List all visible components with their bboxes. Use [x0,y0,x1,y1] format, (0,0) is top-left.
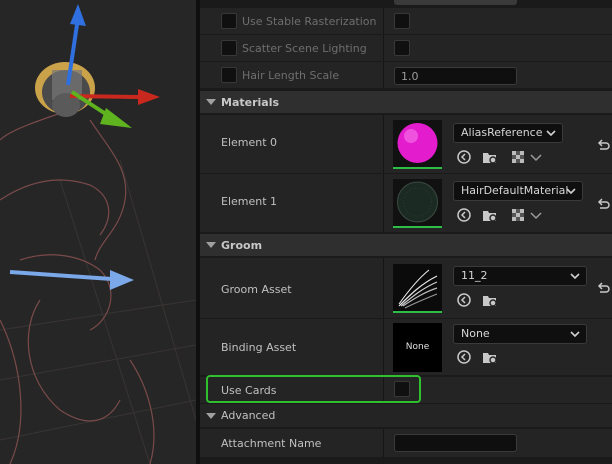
use-cards-highlight [206,375,421,403]
binding-asset-label: Binding Asset [221,341,297,354]
reset-to-default-icon[interactable] [596,139,610,153]
use-selected-arrow-icon[interactable] [456,149,472,165]
hair-strands-icon [398,269,438,309]
category-materials-title: Materials [221,96,280,109]
binding-asset-dropdown[interactable]: None [453,324,587,344]
row-hair-length-scale: Hair Length Scale 1.0 [200,62,612,89]
groom-head[interactable] [35,62,95,117]
use-selected-arrow-icon[interactable] [456,292,472,308]
hair-length-scale-label: Hair Length Scale [242,69,340,82]
row-use-stable-rasterization: Use Stable Rasterization [200,8,612,35]
collapse-arrow-icon [206,413,216,419]
material-element-0-thumbnail[interactable] [393,120,442,169]
category-advanced-title: Advanced [221,409,276,422]
binding-asset-thumb-text: None [405,342,430,352]
binding-asset-value: None [461,327,490,340]
chevron-down-icon [546,130,556,137]
row-scatter-scene-lighting: Scatter Scene Lighting [200,35,612,62]
category-advanced[interactable]: Advanced [200,404,612,428]
texture-checker-icon[interactable] [510,149,526,165]
groom-asset-thumbnail[interactable] [393,264,442,313]
use-selected-arrow-icon[interactable] [456,207,472,223]
category-groom[interactable]: Groom [200,234,612,257]
use-stable-rasterization-label: Use Stable Rasterization [242,15,377,28]
scrolled-field-edge [394,0,517,5]
attachment-name-label: Attachment Name [221,437,322,450]
use-stable-rasterization-checkbox[interactable] [221,13,237,29]
row-attachment-name: Attachment Name [200,429,612,458]
collapse-arrow-icon [206,242,216,248]
material-element-0-value: AliasReference [461,126,543,139]
viewport-3d[interactable] [0,0,196,464]
world-axis-arrow [9,270,134,290]
row-material-element-1: Element 1 HairDefaultMaterial [200,174,612,233]
hair-length-scale-input[interactable]: 1.0 [394,67,517,85]
chevron-down-icon [570,273,580,280]
groom-asset-label: Groom Asset [221,283,292,296]
binding-asset-thumbnail[interactable]: None [393,323,442,372]
options-chevron-icon[interactable] [528,207,544,223]
material-element-1-label: Element 1 [221,195,278,208]
material-element-1-dropdown[interactable]: HairDefaultMaterial [453,181,583,201]
groom-asset-value: 11_2 [461,269,488,282]
scatter-scene-lighting-value[interactable] [394,40,410,56]
material-element-0-label: Element 0 [221,136,278,149]
texture-checker-icon[interactable] [510,207,526,223]
material-element-1-thumbnail[interactable] [393,179,442,228]
chevron-down-icon [570,331,580,338]
scatter-scene-lighting-label: Scatter Scene Lighting [242,42,367,55]
browse-folder-icon[interactable] [482,349,498,365]
row-binding-asset: Binding Asset None None [200,319,612,376]
viewport-scene [0,4,196,464]
groom-asset-dropdown[interactable]: 11_2 [453,266,587,286]
reset-to-default-icon[interactable] [596,198,610,212]
mannequin-wireframe [0,109,155,464]
category-materials[interactable]: Materials [200,91,612,114]
browse-folder-icon[interactable] [482,149,498,165]
row-material-element-0: Element 0 AliasReference [200,115,612,174]
row-groom-asset: Groom Asset 11_2 [200,258,612,319]
viewport-grid [0,159,196,464]
browse-folder-icon[interactable] [482,207,498,223]
chevron-down-icon [566,188,576,195]
material-element-1-value: HairDefaultMaterial [461,184,569,197]
options-chevron-icon[interactable] [528,149,544,165]
scatter-scene-lighting-checkbox[interactable] [221,40,237,56]
category-groom-title: Groom [221,239,263,252]
reset-to-default-icon[interactable] [596,282,610,296]
hair-length-scale-checkbox[interactable] [221,67,237,83]
use-selected-arrow-icon[interactable] [456,349,472,365]
material-element-0-dropdown[interactable]: AliasReference [453,123,563,143]
attachment-name-input[interactable] [394,434,517,452]
collapse-arrow-icon [206,99,216,105]
use-stable-rasterization-value[interactable] [394,13,410,29]
browse-folder-icon[interactable] [482,292,498,308]
